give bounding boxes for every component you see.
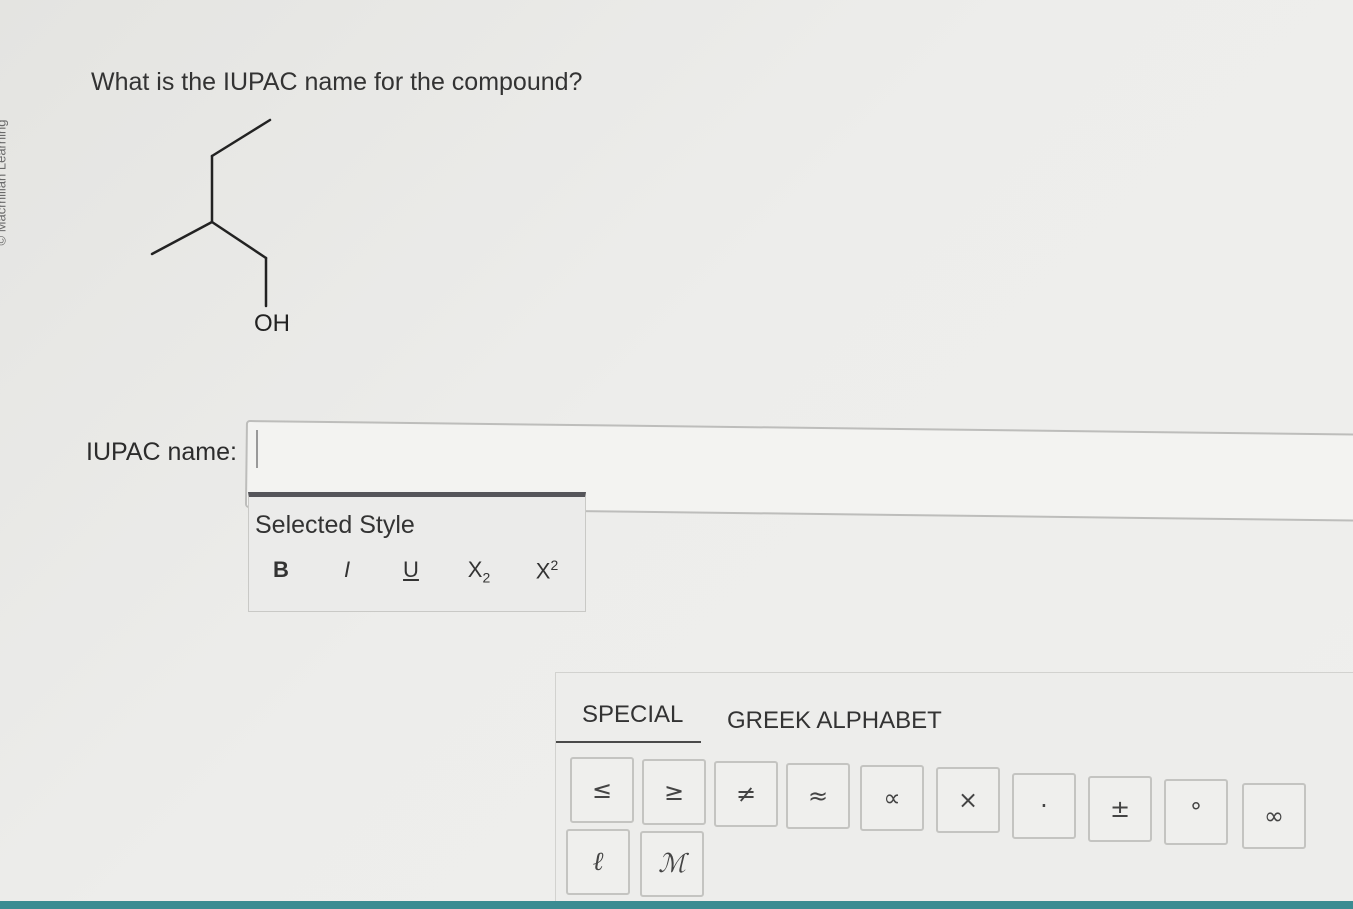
symbol-proportional[interactable]: ∝ (860, 765, 924, 831)
superscript-index: 2 (550, 557, 559, 573)
style-toolbar: Selected Style B I U X2 X2 (248, 492, 586, 612)
symbol-dot[interactable]: · (1012, 773, 1076, 839)
hydroxyl-label: OH (254, 310, 290, 337)
active-tab-indicator (556, 741, 701, 743)
character-palette: SPECIAL GREEK ALPHABET ≤ ≥ ≠ ≈ ∝ × · ± °… (555, 672, 1353, 909)
molecule-structure (150, 118, 272, 308)
tab-special[interactable]: SPECIAL (582, 701, 683, 729)
underline-button[interactable]: U (393, 557, 429, 583)
iupac-name-label: IUPAC name: (86, 438, 237, 466)
symbol-degree[interactable]: ° (1164, 779, 1228, 845)
style-toolbar-title: Selected Style (255, 511, 415, 539)
subscript-index: 2 (482, 569, 491, 586)
bottom-accent-bar (0, 901, 1353, 909)
symbol-script-m[interactable]: ℳ (640, 831, 704, 897)
symbol-script-l[interactable]: ℓ (566, 829, 630, 895)
publisher-credit: © Macmillan Learning (0, 119, 9, 246)
bond-1 (210, 118, 272, 158)
tab-greek-alphabet[interactable]: GREEK ALPHABET (727, 707, 942, 735)
page: © Macmillan Learning What is the IUPAC n… (0, 0, 1353, 909)
italic-button[interactable]: I (329, 557, 365, 583)
symbol-not-equal[interactable]: ≠ (714, 761, 778, 827)
symbol-greater-equal[interactable]: ≥ (642, 759, 706, 825)
subscript-button[interactable]: X2 (461, 557, 497, 585)
symbol-infinity[interactable]: ∞ (1242, 783, 1306, 849)
symbol-approx[interactable]: ≈ (786, 763, 850, 829)
symbol-times[interactable]: × (936, 767, 1000, 833)
subscript-base: X (467, 557, 483, 582)
bond-3 (150, 220, 214, 256)
text-caret (256, 430, 258, 468)
question-text: What is the IUPAC name for the compound? (91, 68, 583, 96)
symbol-plus-minus[interactable]: ± (1088, 776, 1152, 842)
symbol-less-equal[interactable]: ≤ (570, 757, 634, 823)
superscript-base: X (535, 558, 551, 584)
bold-button[interactable]: B (263, 557, 299, 583)
bond-4 (210, 220, 268, 260)
superscript-button[interactable]: X2 (529, 557, 565, 584)
